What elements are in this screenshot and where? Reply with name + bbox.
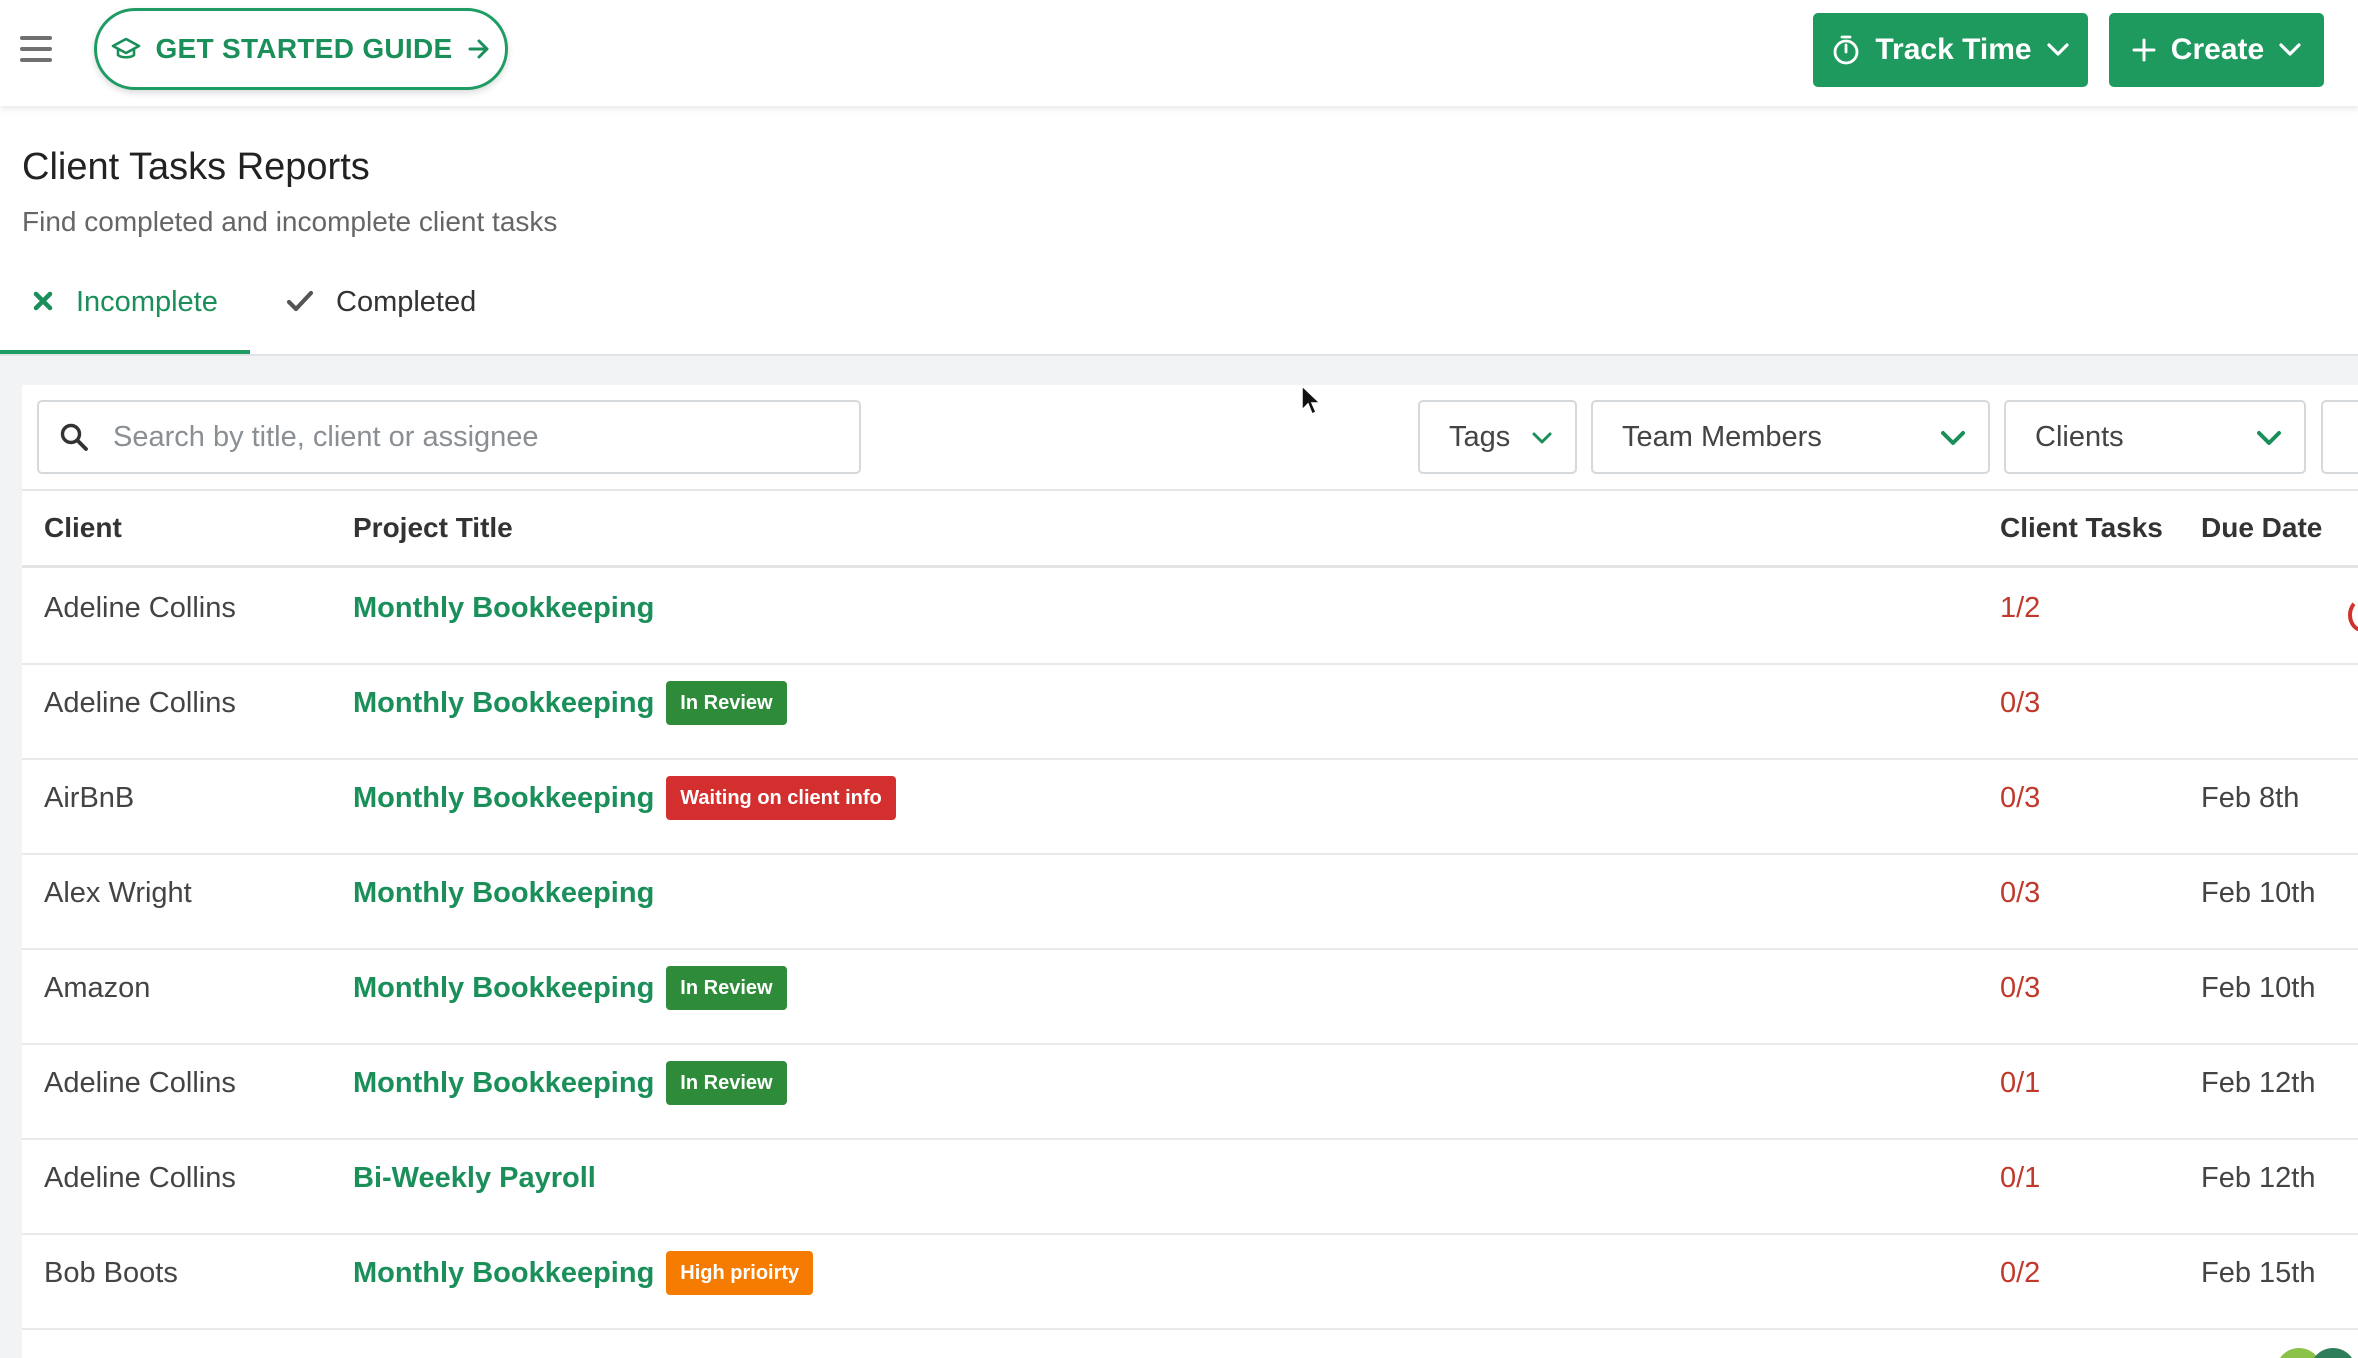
client-name: Bob Boots (44, 1256, 178, 1289)
table-row[interactable]: AirBnB Monthly Bookkeeping Waiting on clie… (22, 758, 2358, 855)
checkmark-icon (286, 290, 314, 312)
project-title-link[interactable]: Bi-Weekly Payroll (353, 1162, 596, 1195)
client-name: Adeline Collins (44, 1161, 236, 1194)
status-badge: In Review (666, 681, 787, 725)
client-name: Adeline Collins (44, 1066, 236, 1099)
team-members-filter-label: Team Members (1622, 420, 1822, 453)
client-tasks-count[interactable]: 0/1 (2000, 1043, 2040, 1123)
page-subtitle: Find completed and incomplete client tas… (22, 206, 558, 237)
hamburger-menu-icon[interactable] (20, 36, 52, 62)
due-date: Feb 15th (2201, 1256, 2316, 1289)
project-title-link[interactable]: Monthly Bookkeeping (353, 877, 654, 910)
due-date: Feb 10th (2201, 876, 2316, 909)
page-title: Client Tasks Reports (22, 146, 370, 188)
more-filter-dropdown[interactable]: O (2321, 400, 2358, 474)
due-date: Feb 8th (2201, 781, 2300, 814)
due-date: Feb 12th (2201, 1066, 2316, 1099)
client-tasks-count[interactable]: 1/2 (2000, 568, 2040, 648)
table-row[interactable]: Adeline Collins Monthly Bookkeeping In Rev… (22, 1043, 2358, 1140)
status-badge: High prioirty (666, 1251, 814, 1295)
chevron-down-icon (2279, 43, 2301, 56)
track-time-button[interactable]: Track Time (1813, 13, 2088, 87)
tab-completed-label: Completed (336, 286, 477, 318)
team-members-filter-dropdown[interactable]: Team Members (1591, 400, 1990, 474)
client-tasks-count[interactable]: 0/3 (2000, 853, 2040, 933)
project-cell: Monthly Bookkeeping Waiting on client inf… (353, 758, 896, 838)
client-tasks-count[interactable]: 0/3 (2000, 663, 2040, 743)
status-badge: Waiting on client info (666, 776, 896, 820)
client-tasks-count[interactable]: 0/1 (2000, 1138, 2040, 1218)
client-tasks-count[interactable]: 0/3 (2000, 758, 2040, 838)
column-header-project-title[interactable]: Project Title (353, 491, 513, 565)
project-cell: Monthly Bookkeeping In Review (353, 948, 787, 1028)
clients-filter-dropdown[interactable]: Clients (2004, 400, 2306, 474)
tab-incomplete[interactable]: Incomplete (0, 274, 250, 354)
client-name: Adeline Collins (44, 686, 236, 719)
create-label: Create (2170, 33, 2265, 66)
status-badge: In Review (666, 1061, 787, 1105)
report-card: Tags Team Members Clients O Client Proje… (22, 385, 2358, 1358)
due-date: Feb 10th (2201, 971, 2316, 1004)
tab-incomplete-label: Incomplete (76, 286, 218, 318)
project-title-link[interactable]: Monthly Bookkeeping (353, 592, 654, 625)
client-tasks-count[interactable]: 0/3 (2000, 948, 2040, 1028)
project-cell: Monthly Bookkeeping In Review (353, 1043, 787, 1123)
project-cell: Bi-Weekly Payroll (353, 1138, 596, 1218)
due-date: Feb 12th (2201, 1161, 2316, 1194)
project-title-link[interactable]: Monthly Bookkeeping (353, 782, 654, 815)
chevron-down-icon (1532, 432, 1552, 444)
bottom-right-avatars (2276, 1348, 2358, 1358)
overdue-indicator-icon (2348, 598, 2358, 632)
create-button[interactable]: Create (2109, 13, 2324, 87)
table-row[interactable]: Adeline Collins Monthly Bookkeeping 1/2 (22, 568, 2358, 665)
client-name: Amazon (44, 971, 151, 1004)
column-header-due-date[interactable]: Due Date (2201, 491, 2322, 565)
status-badge: In Review (666, 966, 787, 1010)
column-header-client-tasks[interactable]: Client Tasks (2000, 491, 2163, 565)
search-icon (60, 423, 88, 451)
chevron-down-icon (2257, 431, 2281, 445)
mouse-cursor-icon (1301, 384, 1322, 416)
search-input[interactable] (111, 419, 815, 455)
project-title-link[interactable]: Monthly Bookkeeping (353, 972, 654, 1005)
chevron-down-icon (1941, 431, 1965, 445)
project-cell: Monthly Bookkeeping In Review (353, 663, 787, 743)
tab-completed[interactable]: Completed (284, 274, 476, 354)
client-tasks-count[interactable]: 0/2 (2000, 1233, 2040, 1313)
column-header-client[interactable]: Client (44, 491, 122, 565)
project-cell: Monthly Bookkeeping High prioirty (353, 1233, 814, 1313)
project-cell: Monthly Bookkeeping (353, 853, 654, 933)
search-box[interactable] (37, 400, 861, 474)
top-bar: GET STARTED GUIDE Track Time Create (0, 0, 2358, 106)
table-row[interactable]: Amazon Monthly Bookkeeping In Review 0/3 Feb… (22, 948, 2358, 1045)
table-row[interactable]: Adeline Collins Monthly Bookkeeping In Rev… (22, 663, 2358, 760)
report-header: Client Tasks Reports Find completed and … (0, 106, 2358, 356)
project-title-link[interactable]: Monthly Bookkeeping (353, 1257, 654, 1290)
table-row[interactable]: Bob Boots Monthly Bookkeeping High prioirt… (22, 1233, 2358, 1330)
client-name: Alex Wright (44, 876, 192, 909)
track-time-label: Track Time (1875, 33, 2032, 66)
client-name: Adeline Collins (44, 591, 236, 624)
arrow-right-icon (468, 39, 489, 59)
tags-filter-dropdown[interactable]: Tags (1418, 400, 1577, 474)
client-name: AirBnB (44, 781, 135, 814)
x-icon (33, 291, 53, 311)
project-cell: Monthly Bookkeeping (353, 568, 654, 648)
project-title-link[interactable]: Monthly Bookkeeping (353, 687, 654, 720)
graduation-cap-icon (112, 37, 141, 59)
table-row[interactable]: Adeline Collins Bi-Weekly Payroll 0/1 Feb 1… (22, 1138, 2358, 1235)
table-row[interactable]: Alex Wright Monthly Bookkeeping 0/3 Feb 10t… (22, 853, 2358, 950)
plus-icon (2132, 38, 2156, 62)
chevron-down-icon (2047, 43, 2069, 56)
stopwatch-icon (1833, 35, 1859, 65)
clients-filter-label: Clients (2035, 420, 2124, 453)
table-header: Client Project Title Client Tasks Due Da… (22, 491, 2358, 568)
get-started-guide-button[interactable]: GET STARTED GUIDE (94, 8, 508, 90)
project-title-link[interactable]: Monthly Bookkeeping (353, 1067, 654, 1100)
get-started-guide-label: GET STARTED GUIDE (155, 33, 453, 64)
tags-filter-label: Tags (1449, 420, 1511, 453)
